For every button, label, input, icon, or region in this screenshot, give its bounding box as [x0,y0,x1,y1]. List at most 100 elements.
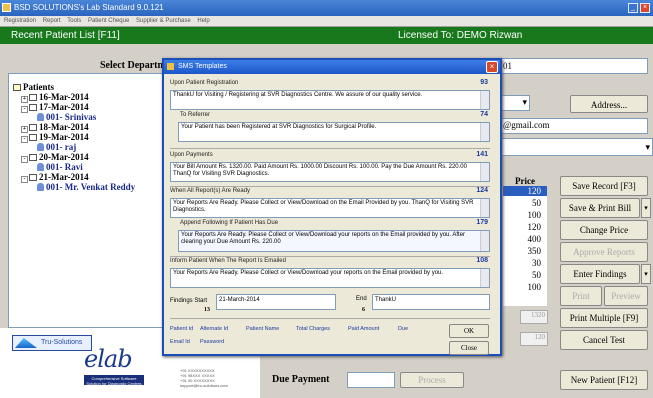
price-cell[interactable]: 30 [532,258,541,268]
address-button[interactable]: Address... [570,95,648,113]
price-cell[interactable]: 50 [532,198,541,208]
recent-patient-list-label[interactable]: Recent Patient List [F11] [11,30,120,41]
save-print-dropdown-icon[interactable]: ▾ [641,198,651,218]
char-count: 108 [476,257,488,264]
header-bar: Recent Patient List [F11] Licensed To: D… [0,27,653,44]
tree-patient-node[interactable]: 001- Ravi [37,162,83,172]
window-controls: _ × [626,2,650,13]
calendar-icon [29,94,37,101]
dialog-title: SMS Templates [178,63,227,70]
findings-start-label: Findings Start [170,298,208,304]
referrer-template-textarea[interactable]: Your Patient has been Registered at SVR … [178,122,490,142]
contact-info: +91 XXXXXXXXXX +91 98XXX XXXXX +91 40 XX… [180,368,228,388]
field-token[interactable]: Paid Amount [348,326,379,332]
referrer-dropdown[interactable] [500,138,653,156]
price-cell[interactable]: 100 [528,282,542,292]
price-cell[interactable]: 100 [528,210,542,220]
field-token[interactable]: Password [200,339,224,345]
patient-id-input[interactable]: 01 [500,58,648,74]
print-multiple-button[interactable]: Print Multiple [F9] [560,308,648,328]
dialog-titlebar: SMS Templates × [164,60,500,74]
save-record-button[interactable]: Save Record [F3] [560,176,648,196]
menu-tools[interactable]: Tools [67,18,81,24]
end-label: End [356,296,367,302]
section-report-emailed: Inform Patient When The Report Is Emaile… [168,257,494,268]
tree-patient-node[interactable]: 001- Mr. Venkat Reddy [37,182,135,192]
tree-patient-node[interactable]: 001- raj [37,142,76,152]
section-reports-ready: When All Report(s) Are Ready 124 [168,187,494,198]
menu-supplier-purchase[interactable]: Supplier & Purchase [136,18,191,24]
report-emailed-template-textarea[interactable]: Your Reports Are Ready. Please Collect o… [170,268,490,288]
field-token[interactable]: Patient Name [246,326,279,332]
new-patient-button[interactable]: New Patient [F12] [560,370,648,390]
char-count: 124 [476,187,488,194]
license-label: Licensed To: DEMO Rizwan [398,30,523,41]
calendar-icon [29,124,37,131]
calendar-icon [29,154,37,161]
patient-tree[interactable]: Patients +16-Mar-2014 -17-Mar-2014 001- … [8,73,164,328]
close-button[interactable]: Close [449,341,489,355]
menu-report[interactable]: Report [43,18,61,24]
reports-ready-template-textarea[interactable]: Your Reports Are Ready. Please Collect o… [170,198,490,218]
tree-root-patients[interactable]: Patients [13,82,54,92]
patient-icon [37,183,44,191]
price-cell[interactable]: 400 [528,234,542,244]
minimize-icon[interactable]: _ [628,3,638,13]
tree-patient-node[interactable]: 001- Srinivas [37,112,96,122]
menu-bar: Registration Report Tools Patient Cheque… [0,16,653,27]
price-cell[interactable]: 120 [503,186,547,196]
section-label: To Referrer [180,112,211,118]
select-department-label: Select Departme [100,60,171,71]
save-print-bill-button[interactable]: Save & Print Bill [560,198,640,218]
ok-button[interactable]: OK [449,324,489,338]
enter-findings-dropdown-icon[interactable]: ▾ [641,264,651,284]
patient-icon [37,113,44,121]
registration-template-textarea[interactable]: ThankU for Visiting / Registering at SVR… [170,90,490,110]
email-field[interactable]: @gmail.com [500,118,648,134]
char-count: 179 [476,219,488,226]
field-token[interactable]: Email Id [170,339,190,345]
print-button[interactable]: Print [560,286,602,306]
due-payment-input[interactable] [347,372,395,388]
menu-help[interactable]: Help [197,18,209,24]
section-payments: Upon Payments 141 [168,151,494,162]
close-icon[interactable]: × [486,61,498,73]
dialog-icon [167,63,174,70]
preview-button[interactable]: Preview [604,286,648,306]
payments-template-textarea[interactable]: Your Bill Amount Rs. 1320.00. Paid Amoun… [170,162,490,182]
cancel-test-button[interactable]: Cancel Test [560,330,648,350]
change-price-button[interactable]: Change Price [560,220,648,240]
findings-start-input[interactable]: 21-March-2014 [216,294,336,310]
process-button[interactable]: Process [400,372,464,388]
total-amount-field[interactable]: 1320 [520,310,548,324]
price-column-header: Price [515,176,535,186]
end-input[interactable]: ThankU [372,294,490,310]
app-icon [2,3,11,12]
approve-reports-button[interactable]: Approve Reports [560,242,648,262]
price-cell[interactable]: 50 [532,270,541,280]
end-count: 6 [362,307,365,313]
due-payment-label: Due Payment [272,374,330,385]
patient-icon [37,143,44,151]
field-token[interactable]: Due [398,326,408,332]
menu-registration[interactable]: Registration [4,18,36,24]
price-cell[interactable]: 350 [528,246,542,256]
field-token[interactable]: Total Charges [296,326,330,332]
close-icon[interactable]: × [640,3,650,13]
price-list[interactable]: 120 50 100 120 400 350 30 50 100 [503,186,547,306]
section-referrer: To Referrer 74 [178,111,494,122]
sms-templates-dialog: SMS Templates × Upon Patient Registratio… [162,58,502,356]
price-cell[interactable]: 120 [528,222,542,232]
patient-due-template-textarea[interactable]: Your Reports Are Ready. Please Collect o… [178,230,490,252]
char-count: 74 [480,111,488,118]
enter-findings-button[interactable]: Enter Findings [560,264,640,284]
window-titlebar: BSD SOLUTIONS's Lab Standard 9.0.121 _ × [0,0,653,16]
section-label: Upon Patient Registration [170,80,239,86]
field-token[interactable]: Alternate Id [200,326,228,332]
paid-amount-field[interactable]: 120 [520,332,548,346]
menu-patient-cheque[interactable]: Patient Cheque [88,18,129,24]
title-dropdown[interactable] [500,95,530,111]
field-token[interactable]: Patient Id [170,326,193,332]
collapse-icon: - [21,106,28,113]
divider [170,148,490,149]
